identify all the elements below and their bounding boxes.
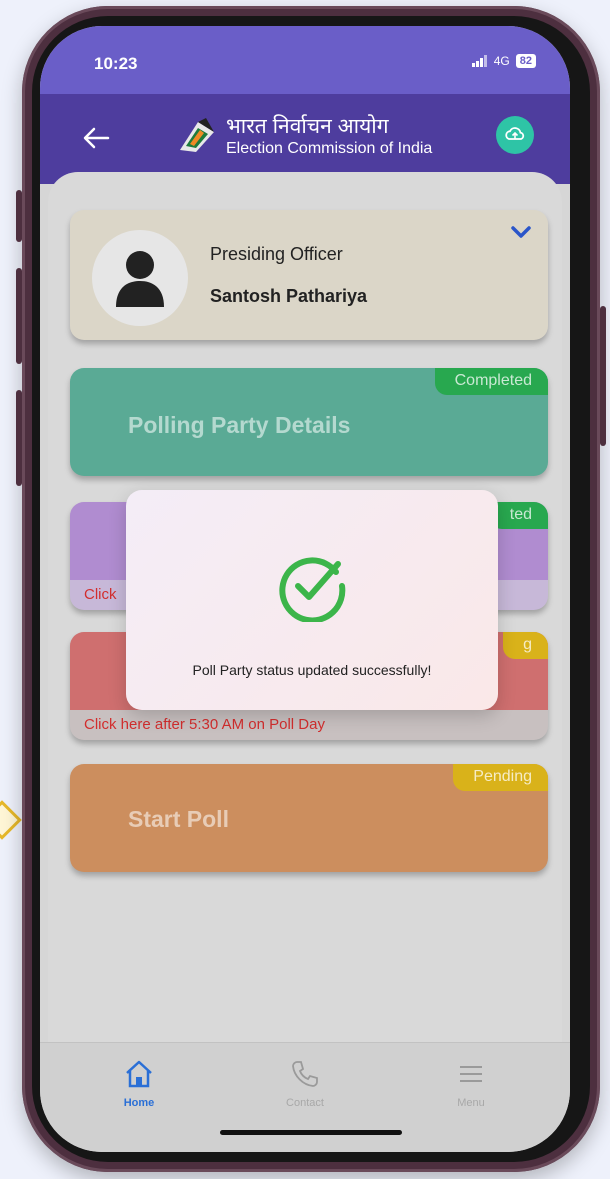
status-badge: Pending	[453, 764, 548, 791]
cloud-sync-icon	[505, 127, 525, 140]
card-title: Start Poll	[128, 806, 229, 832]
pointer-marker	[0, 800, 22, 840]
volume-up-button	[16, 268, 22, 364]
menu-icon	[460, 1066, 482, 1082]
mute-switch	[16, 190, 22, 242]
home-indicator[interactable]	[220, 1130, 402, 1135]
check-circle-icon	[279, 557, 346, 622]
status-badge: Completed	[434, 368, 548, 395]
sync-button[interactable]	[496, 116, 534, 154]
officer-role: Presiding Officer	[210, 244, 343, 264]
dialog-message: Poll Party status updated successfully!	[192, 662, 432, 678]
signal-icon	[471, 55, 487, 67]
status-bar: 10:23 4G 82	[40, 26, 570, 94]
card-title: Polling Party Details	[128, 412, 351, 438]
avatar	[92, 230, 188, 326]
presiding-officer-card[interactable]: Presiding Officer Santosh Pathariya	[70, 210, 548, 340]
app-screen: 10:23 4G 82 भारत निर्वाचन आयोग Election …	[40, 26, 570, 1152]
chevron-down-icon[interactable]	[508, 222, 534, 242]
battery-indicator: 82	[515, 54, 536, 68]
card-hint: Click here after 5:30 AM on Poll Day	[84, 716, 325, 733]
network-type: 4G	[493, 54, 510, 68]
arrow-left-icon	[83, 127, 110, 149]
nav-label: Home	[123, 1097, 155, 1109]
nav-home[interactable]: Home	[94, 1057, 184, 1109]
polling-party-details-card[interactable]: Completed Polling Party Details	[70, 368, 548, 476]
bottom-navigation: Home Contact Menu	[40, 1042, 570, 1152]
header-title-hindi: भारत निर्वाचन आयोग	[226, 115, 389, 138]
nav-label: Contact	[286, 1097, 324, 1109]
card-hint: Click	[84, 586, 117, 603]
status-time: 10:23	[94, 54, 138, 73]
status-indicators: 4G 82	[471, 54, 536, 68]
app-header: भारत निर्वाचन आयोग Election Commission o…	[40, 94, 570, 184]
nav-label: Menu	[457, 1097, 485, 1109]
eci-logo-icon	[180, 118, 214, 152]
officer-name: Santosh Pathariya	[210, 286, 368, 306]
header-title-english: Election Commission of India	[226, 140, 433, 157]
status-badge: g	[503, 632, 548, 659]
home-icon	[126, 1060, 152, 1088]
start-poll-card[interactable]: Pending Start Poll	[70, 764, 548, 872]
success-dialog: Poll Party status updated successfully!	[126, 490, 498, 710]
status-badge: ted	[489, 502, 548, 529]
volume-down-button	[16, 390, 22, 486]
user-icon	[116, 251, 164, 307]
nav-contact[interactable]: Contact	[260, 1057, 350, 1109]
nav-menu[interactable]: Menu	[426, 1057, 516, 1109]
power-button	[600, 306, 606, 446]
back-button[interactable]	[78, 120, 114, 156]
phone-icon	[292, 1061, 318, 1087]
